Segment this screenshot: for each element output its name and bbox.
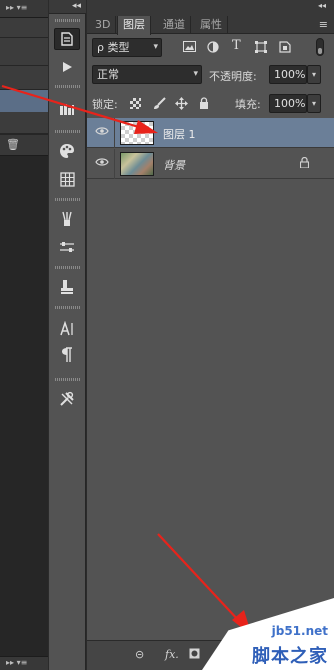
watermark-url: jb51.net	[271, 624, 328, 638]
lock-label: 锁定:	[92, 98, 118, 111]
left-panel-controls[interactable]: ▸▸ ▾≡	[6, 3, 27, 12]
layer-filter-select[interactable]: ρ 类型 ▾	[92, 38, 162, 57]
layer-name[interactable]: 背景	[163, 157, 185, 173]
left-panel-row[interactable]	[0, 112, 48, 134]
lock-all-icon[interactable]	[199, 97, 209, 112]
eye-icon[interactable]	[95, 157, 109, 167]
lock-transparency-icon[interactable]	[130, 98, 141, 112]
layer-row-background[interactable]: 背景	[87, 149, 334, 179]
left-panel-topbar: ▸▸ ▾≡	[0, 0, 48, 18]
fill-label: 填充:	[235, 98, 261, 111]
filter-adjustment-icon[interactable]	[207, 41, 219, 56]
grip-icon[interactable]	[55, 19, 80, 22]
grip-icon[interactable]	[55, 130, 80, 133]
grip-icon[interactable]	[55, 378, 80, 381]
tab-channels[interactable]: 通道	[158, 16, 191, 34]
layer-thumbnail[interactable]	[120, 152, 154, 176]
layer-list: 图层 1 背景	[87, 118, 334, 640]
dock-topbar: ◂◂	[49, 0, 86, 14]
clone-source-icon[interactable]	[54, 276, 80, 298]
left-panel: ▸▸ ▾≡ 🗑 ▸▸ ▾≡	[0, 0, 48, 670]
add-mask-icon[interactable]	[189, 648, 200, 662]
fx-button[interactable]: fx.	[165, 648, 179, 661]
color-palette-icon[interactable]	[54, 140, 80, 162]
left-panel-bottombar: 🗑	[0, 134, 48, 156]
history-icon[interactable]	[54, 28, 80, 50]
histogram-icon[interactable]	[54, 98, 80, 120]
tab-3d[interactable]: 3D	[90, 16, 117, 34]
layers-panel: ◂◂ 3D 图层 通道 属性 ≡ ρ 类型 ▾ T 正常 ▾ 不透明度: 100…	[87, 0, 334, 670]
eye-icon[interactable]	[95, 126, 109, 136]
watermark-brand: 脚本之家	[252, 646, 328, 667]
filter-toggle-switch[interactable]	[316, 38, 324, 56]
watermark: jb51.net 脚本之家	[202, 598, 334, 670]
lock-pixels-brush-icon[interactable]	[153, 97, 166, 113]
grip-icon[interactable]	[55, 306, 80, 309]
trash-icon[interactable]: 🗑	[6, 138, 20, 151]
collapse-arrows-icon[interactable]: ◂◂	[318, 1, 326, 10]
link-layers-icon[interactable]: ⊝	[135, 648, 144, 661]
filter-shape-icon[interactable]	[255, 41, 267, 56]
blend-mode-select[interactable]: 正常 ▾	[92, 65, 202, 84]
panel-dock-strip: ◂◂	[49, 0, 86, 670]
left-panel-footer: ▸▸ ▾≡	[0, 656, 48, 670]
opacity-dropdown-button[interactable]: ▾	[307, 65, 321, 84]
left-panel-row[interactable]	[0, 18, 48, 38]
grip-icon[interactable]	[55, 266, 80, 269]
left-panel-row[interactable]	[0, 66, 48, 90]
paragraph-icon[interactable]	[54, 344, 80, 366]
filter-value: ρ 类型	[97, 41, 130, 54]
chevron-down-icon: ▾	[153, 42, 158, 52]
left-panel-body	[0, 156, 48, 656]
swatches-grid-icon[interactable]	[54, 168, 80, 190]
panel-menu-icon[interactable]: ≡	[319, 18, 328, 31]
grip-icon[interactable]	[55, 198, 80, 201]
character-icon[interactable]	[54, 318, 80, 340]
left-panel-row[interactable]	[0, 38, 48, 66]
tool-presets-icon[interactable]	[54, 388, 80, 410]
brush-settings-icon[interactable]	[54, 236, 80, 258]
grip-icon[interactable]	[55, 85, 80, 88]
filter-type-icon[interactable]: T	[232, 39, 241, 53]
opacity-input[interactable]: 100%	[269, 65, 307, 84]
filter-smart-object-icon[interactable]	[279, 41, 291, 56]
collapse-arrows-icon[interactable]: ◂◂	[72, 1, 81, 11]
chevron-down-icon: ▾	[193, 69, 198, 79]
blend-mode-value: 正常	[97, 68, 119, 81]
brush-presets-icon[interactable]	[54, 208, 80, 230]
filter-image-icon[interactable]	[183, 41, 196, 55]
layer-name[interactable]: 图层 1	[163, 126, 196, 142]
layer-thumbnail[interactable]	[120, 121, 154, 145]
left-panel-footer-controls[interactable]: ▸▸ ▾≡	[6, 658, 27, 667]
fill-input[interactable]: 100%	[269, 94, 307, 113]
left-panel-selected-row[interactable]	[0, 90, 48, 112]
actions-play-icon[interactable]	[54, 56, 80, 78]
layer-row-layer-1[interactable]: 图层 1	[87, 118, 334, 148]
fill-dropdown-button[interactable]: ▾	[307, 94, 321, 113]
opacity-label: 不透明度:	[209, 70, 257, 83]
panel-tab-bar: ◂◂ 3D 图层 通道 属性 ≡	[87, 0, 334, 35]
tab-layers[interactable]: 图层	[117, 16, 151, 35]
lock-position-move-icon[interactable]	[175, 97, 188, 113]
layer-lock-icon	[299, 156, 310, 171]
tab-properties[interactable]: 属性	[195, 16, 228, 34]
